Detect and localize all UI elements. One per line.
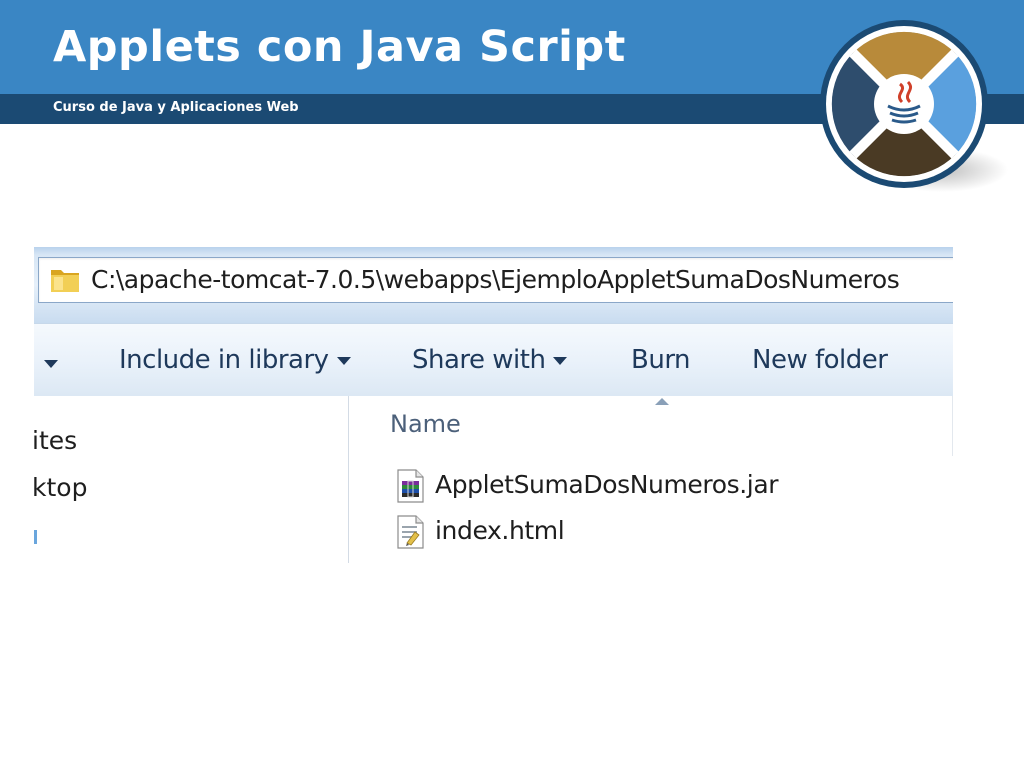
html-file-icon bbox=[397, 515, 424, 549]
new-folder-button[interactable]: New folder bbox=[752, 345, 888, 375]
chevron-down-icon bbox=[336, 356, 351, 365]
sort-ascending-icon bbox=[655, 398, 669, 405]
file-name: AppletSumaDosNumeros.jar bbox=[435, 470, 779, 499]
navigation-pane: ites ktop bbox=[34, 396, 349, 563]
address-path[interactable]: C:\apache-tomcat-7.0.5\webapps\EjemploAp… bbox=[91, 265, 900, 294]
file-name: index.html bbox=[435, 516, 565, 545]
burn-label: Burn bbox=[631, 345, 691, 375]
include-in-library-button[interactable]: Include in library bbox=[119, 345, 351, 375]
share-with-button[interactable]: Share with bbox=[412, 345, 568, 375]
list-item[interactable]: index.html bbox=[395, 514, 895, 550]
command-toolbar: Include in library Share with Burn New f… bbox=[34, 323, 953, 397]
include-in-library-label: Include in library bbox=[119, 345, 329, 375]
new-folder-label: New folder bbox=[752, 345, 888, 375]
nav-item-favorites[interactable]: ites bbox=[34, 426, 77, 455]
file-list: Name AppletSumaDosNumeros.jar index.html bbox=[349, 396, 953, 563]
slide-title: Applets con Java Script bbox=[53, 22, 626, 72]
address-bar[interactable]: C:\apache-tomcat-7.0.5\webapps\EjemploAp… bbox=[38, 257, 953, 303]
archive-icon bbox=[397, 469, 424, 503]
nav-selection-marker bbox=[34, 530, 37, 544]
slide-subtitle: Curso de Java y Aplicaciones Web bbox=[53, 100, 299, 115]
share-with-label: Share with bbox=[412, 345, 546, 375]
burn-button[interactable]: Burn bbox=[631, 345, 691, 375]
explorer-window: C:\apache-tomcat-7.0.5\webapps\EjemploAp… bbox=[34, 247, 953, 563]
column-divider bbox=[952, 396, 953, 456]
address-bar-area: C:\apache-tomcat-7.0.5\webapps\EjemploAp… bbox=[34, 247, 953, 323]
list-item[interactable]: AppletSumaDosNumeros.jar bbox=[395, 468, 895, 504]
chevron-down-icon bbox=[553, 356, 568, 365]
java-logo-icon bbox=[820, 20, 1008, 192]
folder-icon bbox=[51, 270, 79, 292]
nav-item-desktop[interactable]: ktop bbox=[34, 473, 87, 502]
column-header-name[interactable]: Name bbox=[390, 410, 461, 438]
chevron-down-icon[interactable] bbox=[44, 360, 58, 368]
